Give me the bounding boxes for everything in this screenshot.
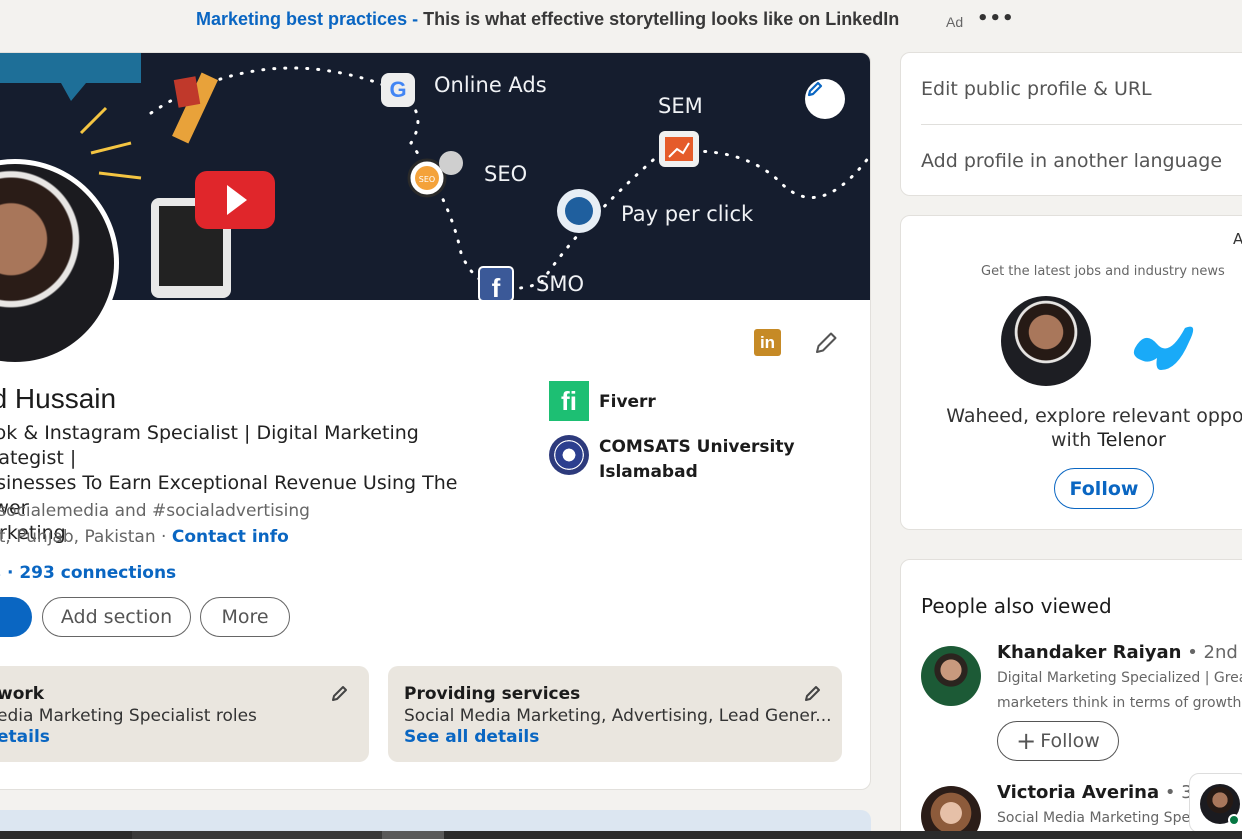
telenor-logo-icon: [1133, 326, 1194, 370]
ad-more-icon[interactable]: •••: [977, 8, 1015, 29]
messaging-avatar[interactable]: [1189, 773, 1242, 833]
sponsored-card: A Get the latest jobs and industry news …: [900, 215, 1242, 530]
seo-badge-glyph: SEO: [419, 175, 435, 184]
banner-label-smo: SMO: [536, 272, 584, 296]
contact-info-link[interactable]: Contact info: [172, 527, 289, 547]
ad-message-company: with Telenor: [1051, 429, 1166, 451]
taskbar: [0, 831, 1242, 839]
pencil-icon[interactable]: [802, 682, 824, 704]
ad-subtitle: Get the latest jobs and industry news: [981, 264, 1225, 279]
connections-line[interactable]: ers · 293 connections: [0, 563, 176, 583]
linkedin-icon[interactable]: in: [754, 329, 781, 356]
follow-company-button[interactable]: Follow: [1054, 468, 1154, 509]
connections-link[interactable]: · 293 connections: [1, 563, 176, 583]
fiverr-logo: fi: [549, 381, 589, 421]
edit-public-profile-link[interactable]: Edit public profile & URL: [921, 78, 1152, 100]
add-section-button[interactable]: Add section: [42, 597, 191, 637]
providing-services-box[interactable]: Providing services Social Media Marketin…: [388, 666, 842, 762]
profile-location: trict, Punjab, Pakistan · Contact info: [0, 527, 289, 547]
profile-hashtags: t #socialemedia and #socialadvertising: [0, 501, 310, 521]
person-headline: Digital Marketing Specialized | Great ma…: [997, 670, 1242, 711]
ad-link[interactable]: Marketing best practices -: [196, 9, 418, 29]
ad-tag: Ad: [946, 14, 964, 30]
ad-description[interactable]: This is what effective storytelling look…: [423, 9, 899, 29]
divider: [921, 124, 1242, 125]
facebook-f-glyph: f: [492, 273, 501, 300]
comsats-logo: [549, 435, 589, 475]
profile-banner: G SEO f Online Ads SEM SEO Pay per click…: [0, 53, 870, 300]
open-to-button[interactable]: o: [0, 597, 32, 637]
ad-message: Waheed, explore relevant opportunit: [946, 405, 1242, 427]
person-avatar[interactable]: [921, 646, 981, 706]
person-name[interactable]: Khandaker Raiyan • 2nd: [997, 642, 1238, 663]
open-to-work-box[interactable]: work edia Marketing Specialist roles eta…: [0, 666, 369, 762]
people-also-viewed-title: People also viewed: [921, 594, 1112, 618]
user-avatar: [1001, 296, 1091, 386]
plus-icon: +: [1016, 727, 1037, 755]
profile-card: G SEO f Online Ads SEM SEO Pay per click…: [0, 52, 871, 790]
google-g-glyph: G: [389, 77, 406, 102]
profile-name: ed Hussain: [0, 383, 117, 414]
see-all-details-link[interactable]: See all details: [404, 727, 539, 747]
ad-corner-label: A: [1233, 230, 1242, 248]
pencil-icon: [807, 81, 823, 97]
more-button[interactable]: More: [200, 597, 290, 637]
banner-label-sem: SEM: [658, 94, 703, 118]
add-language-link[interactable]: Add profile in another language: [921, 150, 1222, 172]
follow-person-button[interactable]: + Follow: [997, 721, 1119, 761]
banner-label-seo: SEO: [484, 162, 528, 186]
edit-intro-pencil-icon[interactable]: [812, 329, 840, 357]
see-details-link[interactable]: etails: [0, 727, 50, 747]
profile-settings-card: Edit public profile & URL Add profile in…: [900, 52, 1242, 196]
ad-text[interactable]: Marketing best practices - This is what …: [196, 9, 899, 30]
pencil-icon[interactable]: [329, 682, 351, 704]
edit-banner-button[interactable]: [805, 79, 845, 119]
online-status-dot: [1228, 814, 1240, 826]
top-ad-bar: Marketing best practices - This is what …: [0, 0, 1242, 42]
banner-label-online-ads: Online Ads: [434, 73, 547, 97]
banner-label-pay-per-click: Pay per click: [621, 202, 754, 226]
